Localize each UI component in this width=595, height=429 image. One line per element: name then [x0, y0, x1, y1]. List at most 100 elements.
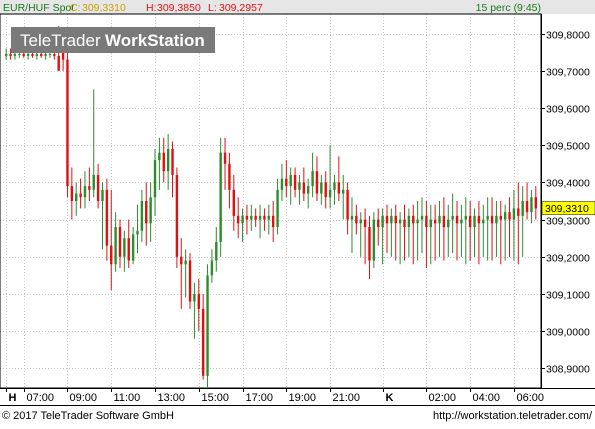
- candle-body: [394, 215, 397, 224]
- x-tick-label: 15:00: [202, 392, 230, 404]
- candle-body: [18, 54, 21, 56]
- grid-lines: [0, 14, 541, 388]
- candle-body: [88, 186, 91, 190]
- candle-body: [280, 178, 284, 190]
- price-chart[interactable]: EUR/HUF Spot C: 309,3310 H: 309,3850 L: …: [0, 0, 595, 424]
- candle-body: [136, 230, 139, 235]
- candle-body: [517, 208, 520, 216]
- x-tick-label: 17:00: [246, 392, 274, 404]
- candle-body: [311, 171, 314, 187]
- candle-body: [75, 193, 78, 201]
- candle-body: [53, 54, 56, 56]
- y-tick-label: 309,6000: [546, 104, 590, 116]
- candle-body: [105, 189, 109, 246]
- candle-body: [495, 215, 498, 224]
- x-tick-label: K: [386, 392, 394, 404]
- candle-body: [206, 275, 209, 376]
- candle-body: [324, 182, 327, 198]
- candle-body: [40, 54, 43, 56]
- candle-body: [188, 260, 192, 302]
- candle-body: [149, 197, 152, 224]
- candle-body: [236, 215, 240, 224]
- candle-body: [499, 215, 502, 220]
- candle-body: [166, 148, 170, 172]
- x-axis-line: [0, 388, 595, 389]
- candle-body: [390, 215, 393, 224]
- candle-body: [320, 182, 323, 194]
- candle-body: [140, 201, 144, 231]
- x-tick-label: 09:00: [70, 392, 98, 404]
- candle-body: [398, 219, 402, 224]
- candle-body: [359, 219, 362, 224]
- candle-body: [425, 215, 428, 228]
- candle-body: [346, 189, 349, 220]
- candle-body: [508, 212, 511, 220]
- candle-body: [333, 182, 336, 190]
- candle-body: [48, 54, 52, 56]
- candle-body: [145, 201, 148, 224]
- candle-body: [342, 189, 345, 194]
- candle-body: [158, 152, 161, 161]
- watermark-left: TeleTrader: [20, 31, 101, 50]
- candle-body: [267, 215, 271, 220]
- y-tick-label: 309,1000: [546, 290, 590, 302]
- candle-body: [35, 54, 39, 56]
- y-tick-label: 309,5000: [546, 141, 590, 153]
- candle-body: [377, 219, 380, 228]
- x-tick-label: H: [9, 392, 17, 404]
- candle-body: [337, 182, 341, 194]
- candle-body: [315, 171, 319, 194]
- candle-body: [171, 148, 174, 175]
- candle-body: [22, 54, 25, 56]
- candle-body: [420, 215, 424, 220]
- candle-body: [355, 215, 358, 224]
- candle-body: [293, 174, 297, 190]
- candle-body: [219, 152, 222, 242]
- candle-body: [482, 219, 485, 224]
- candle-body: [263, 215, 266, 220]
- x-tick-label: 07:00: [27, 392, 55, 404]
- candle-body: [271, 215, 275, 228]
- x-tick-label: 11:00: [114, 392, 141, 404]
- candle-body: [31, 54, 34, 56]
- candle-body: [525, 201, 529, 213]
- candle-body: [285, 178, 288, 187]
- candle-body: [350, 215, 354, 220]
- x-tick-label: 21:00: [333, 392, 361, 404]
- candle-body: [241, 215, 244, 224]
- candle-body: [79, 193, 82, 198]
- candle-body: [193, 294, 196, 302]
- candle-body: [512, 208, 516, 220]
- candle-body: [66, 59, 69, 187]
- candle-body: [228, 163, 231, 190]
- chart-window: EUR/HUF Spot C: 309,3310 H: 309,3850 L: …: [0, 0, 595, 424]
- candle-body: [61, 52, 65, 60]
- candle-body: [250, 215, 253, 220]
- candle-body: [368, 227, 371, 261]
- candle-body: [44, 54, 47, 56]
- candle-body: [381, 215, 384, 228]
- candle-body: [534, 197, 538, 209]
- y-tick-label: 309,0000: [546, 327, 590, 339]
- candle-body: [416, 219, 419, 224]
- candle-body: [307, 186, 310, 194]
- candle-body: [289, 174, 292, 187]
- candle-body: [276, 189, 279, 228]
- candle-body: [433, 219, 437, 224]
- candle-body: [372, 219, 376, 261]
- candle-body: [92, 174, 95, 190]
- y-tick-label: 309,2000: [546, 253, 590, 265]
- candle-body: [223, 152, 227, 164]
- candle-body: [486, 215, 489, 220]
- candle-body: [460, 219, 463, 224]
- candle-body: [521, 201, 524, 216]
- high-value: 309,3850: [157, 2, 201, 14]
- candle-body: [258, 215, 262, 220]
- footer-link[interactable]: http://workstation.teletrader.com/: [433, 410, 593, 422]
- symbol-label: EUR/HUF Spot: [3, 2, 74, 14]
- candle-body: [455, 215, 459, 224]
- candle-body: [96, 174, 100, 201]
- candle-body: [385, 215, 389, 224]
- candle-body: [215, 241, 218, 261]
- y-tick-label: 309,4000: [546, 178, 590, 190]
